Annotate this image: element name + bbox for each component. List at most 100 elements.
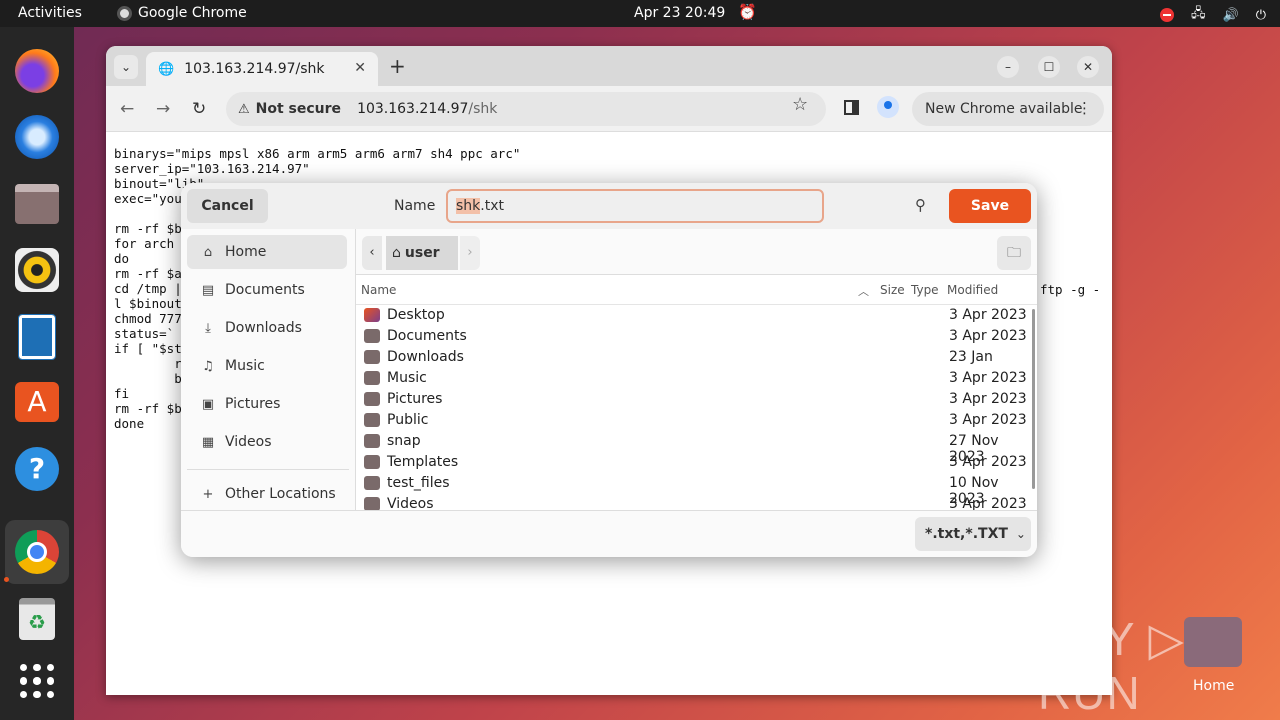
- rhythmbox-icon: [15, 248, 59, 292]
- file-name: Downloads: [387, 349, 464, 365]
- sidebar-item-home[interactable]: ⌂ Home: [187, 235, 347, 269]
- home-icon: ⌂: [392, 245, 401, 261]
- globe-icon: 🌐: [158, 61, 175, 77]
- path-segment-user[interactable]: ⌂ user: [386, 236, 458, 270]
- file-modified: 3 Apr 2023: [949, 307, 1027, 323]
- system-tray[interactable]: 🖧 🔊 ⏻: [1160, 4, 1266, 26]
- sort-ascending-icon[interactable]: ︿: [858, 283, 869, 299]
- back-button[interactable]: ←: [120, 99, 134, 119]
- profile-avatar[interactable]: [877, 96, 899, 118]
- file-modified: 23 Jan: [949, 349, 993, 365]
- save-button[interactable]: Save: [949, 189, 1031, 223]
- help-icon: ?: [15, 447, 59, 491]
- dock-firefox[interactable]: [12, 46, 62, 96]
- url-text: 103.163.214.97/shk: [357, 101, 497, 117]
- home-icon: ⌂: [203, 244, 213, 260]
- dock: A ? ♻: [0, 27, 74, 720]
- search-icon[interactable]: ⚲: [915, 196, 926, 214]
- filename-extension: .txt: [480, 198, 504, 214]
- column-size[interactable]: Size: [880, 283, 905, 297]
- path-back-button[interactable]: ‹: [362, 236, 382, 270]
- chrome-icon: [117, 5, 132, 21]
- address-bar[interactable]: ⚠ Not secure 103.163.214.97/shk: [226, 92, 826, 126]
- column-name[interactable]: Name: [361, 283, 396, 297]
- libreoffice-writer-icon: [18, 314, 56, 360]
- tab-search-button[interactable]: ⌄: [114, 55, 138, 79]
- file-modified: 3 Apr 2023: [949, 370, 1027, 386]
- close-tab-icon[interactable]: ✕: [354, 60, 366, 76]
- update-chrome-button[interactable]: New Chrome available ⋮: [912, 92, 1104, 126]
- save-file-dialog: Cancel Name shk .txt ⚲ Save ⌂ Home ▤ Docu…: [181, 183, 1037, 557]
- dock-trash[interactable]: ♻: [12, 594, 62, 644]
- minimize-button[interactable]: –: [997, 56, 1019, 78]
- file-row[interactable]: Pictures 3 Apr 2023: [356, 390, 1028, 411]
- sidebar-item-label: Downloads: [225, 320, 302, 336]
- column-modified[interactable]: Modified: [947, 283, 998, 297]
- app-menu[interactable]: Google Chrome: [117, 5, 247, 21]
- videos-icon: ▦: [201, 434, 215, 450]
- file-row[interactable]: test_files 10 Nov 2023: [356, 474, 1028, 507]
- new-folder-icon[interactable]: 🗀: [997, 236, 1031, 270]
- cancel-button[interactable]: Cancel: [187, 189, 268, 223]
- new-tab-button[interactable]: +: [389, 54, 406, 78]
- file-row[interactable]: Desktop 3 Apr 2023: [356, 306, 1028, 327]
- sidebar-item-videos[interactable]: ▦ Videos: [187, 425, 347, 459]
- file-row[interactable]: Public 3 Apr 2023: [356, 411, 1028, 432]
- sidebar-item-downloads[interactable]: ⤓ Downloads: [187, 311, 347, 345]
- chrome-icon: [15, 530, 59, 574]
- folder-icon: [364, 308, 380, 322]
- tab-shk[interactable]: 🌐 103.163.214.97/shk ✕: [146, 52, 378, 86]
- dock-chrome[interactable]: [5, 520, 69, 584]
- close-window-button[interactable]: ✕: [1077, 56, 1099, 78]
- file-row[interactable]: Downloads 23 Jan: [356, 348, 1028, 369]
- dock-help[interactable]: ?: [12, 444, 62, 494]
- bookmark-star-icon[interactable]: ☆: [792, 94, 808, 115]
- filename-input[interactable]: shk .txt: [446, 189, 824, 223]
- column-type[interactable]: Type: [911, 283, 939, 297]
- file-row[interactable]: Documents 3 Apr 2023: [356, 327, 1028, 348]
- dock-app-grid[interactable]: [12, 656, 62, 706]
- sidebar-item-pictures[interactable]: ▣ Pictures: [187, 387, 347, 421]
- dialog-footer: *.txt,*.TXT ⌄: [181, 510, 1037, 557]
- tab-title: 103.163.214.97/shk: [184, 61, 325, 77]
- dock-writer[interactable]: [12, 312, 62, 362]
- dock-files[interactable]: [12, 179, 62, 229]
- documents-icon: ▤: [201, 282, 215, 298]
- security-label[interactable]: Not secure: [256, 101, 341, 117]
- sidebar-item-label: Videos: [225, 434, 272, 450]
- side-panel-icon[interactable]: [844, 100, 859, 115]
- running-indicator: [4, 577, 9, 582]
- sidebar-item-other-locations[interactable]: + Other Locations: [187, 477, 347, 511]
- dock-thunderbird[interactable]: [12, 112, 62, 162]
- file-row[interactable]: Templates 3 Apr 2023: [356, 453, 1028, 474]
- files-icon: [15, 184, 59, 224]
- sidebar-item-documents[interactable]: ▤ Documents: [187, 273, 347, 307]
- activities-button[interactable]: Activities: [18, 5, 82, 21]
- forward-button[interactable]: →: [156, 99, 170, 119]
- clock[interactable]: Apr 23 20:49: [634, 5, 725, 21]
- sidebar-item-label: Other Locations: [225, 486, 336, 502]
- path-forward-button[interactable]: ›: [460, 236, 480, 270]
- folder-icon: [364, 476, 380, 490]
- file-row[interactable]: Videos 3 Apr 2023: [356, 495, 1028, 510]
- filename-selected-text: shk: [456, 198, 481, 214]
- power-icon: ⏻: [1255, 7, 1266, 23]
- top-bar: Activities Google Chrome Apr 23 20:49 ⏰ …: [0, 0, 1280, 27]
- app-name: Google Chrome: [138, 5, 247, 21]
- downloads-icon: ⤓: [205, 320, 211, 336]
- sidebar-item-label: Documents: [225, 282, 305, 298]
- sidebar-item-music[interactable]: ♫ Music: [187, 349, 347, 383]
- file-name: Music: [387, 370, 427, 386]
- file-type-filter[interactable]: *.txt,*.TXT ⌄: [915, 517, 1031, 551]
- maximize-button[interactable]: ☐: [1038, 56, 1060, 78]
- dock-app-center[interactable]: A: [12, 377, 62, 427]
- dock-rhythmbox[interactable]: [12, 245, 62, 295]
- sidebar-divider: [187, 469, 349, 470]
- file-row[interactable]: snap 27 Nov 2023: [356, 432, 1028, 465]
- reload-button[interactable]: ↻: [192, 99, 206, 119]
- scrollbar[interactable]: [1032, 309, 1035, 489]
- dialog-header: Cancel Name shk .txt ⚲ Save: [181, 183, 1037, 229]
- menu-dots-icon[interactable]: ⋮: [1077, 99, 1092, 117]
- thunderbird-icon: [15, 115, 59, 159]
- file-row[interactable]: Music 3 Apr 2023: [356, 369, 1028, 390]
